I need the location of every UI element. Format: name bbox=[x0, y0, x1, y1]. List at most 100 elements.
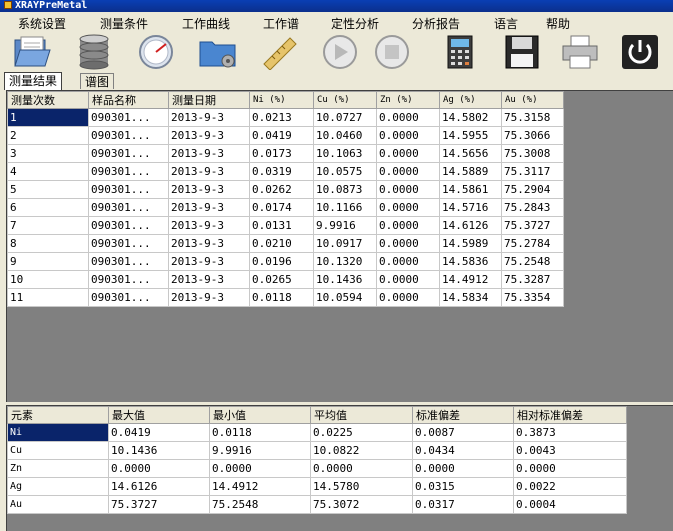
table-cell[interactable]: Au bbox=[7, 495, 109, 514]
table-row[interactable]: 1 090301... 2013-9-3 0.0213 10.0727 0.0000 14.… bbox=[7, 108, 564, 127]
table-cell[interactable]: 10 bbox=[7, 270, 89, 289]
table-cell[interactable]: 11 bbox=[7, 288, 89, 307]
table-cell[interactable]: 090301... bbox=[88, 180, 169, 199]
table-row[interactable]: 10 090301... 2013-9-3 0.0265 10.1436 0.0000 14… bbox=[7, 270, 564, 289]
table-cell[interactable]: 75.3008 bbox=[501, 144, 564, 163]
table-cell[interactable]: 0.0000 bbox=[376, 252, 440, 271]
table-cell[interactable]: Zn bbox=[7, 459, 109, 478]
table-row[interactable]: 2 090301... 2013-9-3 0.0419 10.0460 0.0000 14.… bbox=[7, 126, 564, 145]
print-button[interactable] bbox=[558, 32, 602, 72]
table-cell[interactable]: 7 bbox=[7, 216, 89, 235]
table-cell[interactable]: 3 bbox=[7, 144, 89, 163]
table-cell[interactable]: 0.0173 bbox=[249, 144, 314, 163]
table-cell[interactable]: 0.0131 bbox=[249, 216, 314, 235]
table-cell[interactable]: 14.5889 bbox=[439, 162, 502, 181]
menu-work-curve[interactable]: 工作曲线 bbox=[182, 15, 230, 32]
table-cell[interactable]: 090301... bbox=[88, 198, 169, 217]
table-cell[interactable]: 75.2784 bbox=[501, 234, 564, 253]
table-cell[interactable]: 75.2548 bbox=[501, 252, 564, 271]
table-cell[interactable]: 9 bbox=[7, 252, 89, 271]
table-cell[interactable]: 14.5716 bbox=[439, 198, 502, 217]
table-cell[interactable]: 0.0000 bbox=[376, 126, 440, 145]
col-min[interactable]: 最小值 bbox=[209, 406, 311, 424]
table-cell[interactable]: 0.0043 bbox=[513, 441, 627, 460]
menu-measure-conditions[interactable]: 测量条件 bbox=[100, 15, 148, 32]
table-cell[interactable]: 0.0118 bbox=[249, 288, 314, 307]
menu-language[interactable]: 语言 bbox=[494, 15, 518, 32]
database-button[interactable] bbox=[72, 32, 116, 72]
stats-row[interactable]: Au 75.3727 75.2548 75.3072 0.0317 0.0004 bbox=[7, 495, 627, 514]
table-cell[interactable]: 0.0000 bbox=[412, 459, 514, 478]
col-max[interactable]: 最大值 bbox=[108, 406, 210, 424]
menu-qualitative-analysis[interactable]: 定性分析 bbox=[331, 15, 379, 32]
stats-row[interactable]: Ni 0.0419 0.0118 0.0225 0.0087 0.3873 bbox=[7, 423, 627, 442]
table-cell[interactable]: 75.3158 bbox=[501, 108, 564, 127]
table-cell[interactable]: 10.1436 bbox=[108, 441, 210, 460]
table-cell[interactable]: 75.3727 bbox=[501, 216, 564, 235]
table-cell[interactable]: 0.0000 bbox=[209, 459, 311, 478]
tab-measure-results[interactable]: 测量结果 bbox=[4, 72, 63, 90]
table-cell[interactable]: 14.5989 bbox=[439, 234, 502, 253]
table-cell[interactable]: 14.5861 bbox=[439, 180, 502, 199]
table-cell[interactable]: 9.9916 bbox=[209, 441, 311, 460]
table-cell[interactable]: 1 bbox=[7, 108, 89, 127]
table-cell[interactable]: 10.0822 bbox=[310, 441, 413, 460]
table-cell[interactable]: 0.0000 bbox=[376, 144, 440, 163]
table-cell[interactable]: 75.3072 bbox=[310, 495, 413, 514]
table-cell[interactable]: 14.6126 bbox=[108, 477, 210, 496]
table-cell[interactable]: 2013-9-3 bbox=[168, 288, 250, 307]
table-cell[interactable]: 14.4912 bbox=[439, 270, 502, 289]
table-cell[interactable]: 8 bbox=[7, 234, 89, 253]
table-cell[interactable]: 0.0000 bbox=[376, 180, 440, 199]
table-cell[interactable]: 090301... bbox=[88, 144, 169, 163]
table-cell[interactable]: 2013-9-3 bbox=[168, 144, 250, 163]
table-cell[interactable]: 75.3117 bbox=[501, 162, 564, 181]
table-cell[interactable]: 10.0594 bbox=[313, 288, 377, 307]
table-cell[interactable]: 0.0000 bbox=[310, 459, 413, 478]
table-cell[interactable]: 2013-9-3 bbox=[168, 198, 250, 217]
table-row[interactable]: 11 090301... 2013-9-3 0.0118 10.0594 0.0000 14… bbox=[7, 288, 564, 307]
menu-help[interactable]: 帮助 bbox=[546, 15, 570, 32]
col-zn[interactable]: Zn (%) bbox=[376, 91, 440, 109]
gauge-button[interactable] bbox=[134, 32, 178, 72]
table-cell[interactable]: 14.6126 bbox=[439, 216, 502, 235]
table-cell[interactable]: 0.0000 bbox=[376, 288, 440, 307]
ruler-button[interactable] bbox=[258, 32, 302, 72]
table-cell[interactable]: 2013-9-3 bbox=[168, 270, 250, 289]
table-cell[interactable]: 14.4912 bbox=[209, 477, 311, 496]
table-cell[interactable]: 0.0000 bbox=[376, 270, 440, 289]
table-cell[interactable]: 0.0004 bbox=[513, 495, 627, 514]
table-cell[interactable]: 0.0087 bbox=[412, 423, 514, 442]
table-cell[interactable]: 090301... bbox=[88, 126, 169, 145]
save-button[interactable] bbox=[500, 32, 544, 72]
table-cell[interactable]: 75.3727 bbox=[108, 495, 210, 514]
table-cell[interactable]: 2013-9-3 bbox=[168, 180, 250, 199]
table-row[interactable]: 8 090301... 2013-9-3 0.0210 10.0917 0.0000 14.… bbox=[7, 234, 564, 253]
table-cell[interactable]: 10.1320 bbox=[313, 252, 377, 271]
table-cell[interactable]: 5 bbox=[7, 180, 89, 199]
table-cell[interactable]: 0.0174 bbox=[249, 198, 314, 217]
table-cell[interactable]: 0.0000 bbox=[376, 108, 440, 127]
table-row[interactable]: 4 090301... 2013-9-3 0.0319 10.0575 0.0000 14.… bbox=[7, 162, 564, 181]
table-cell[interactable]: 10.1063 bbox=[313, 144, 377, 163]
table-cell[interactable]: 2013-9-3 bbox=[168, 162, 250, 181]
table-cell[interactable]: 10.0917 bbox=[313, 234, 377, 253]
table-cell[interactable]: 0.0434 bbox=[412, 441, 514, 460]
col-mean[interactable]: 平均值 bbox=[310, 406, 413, 424]
table-cell[interactable]: 0.0000 bbox=[376, 216, 440, 235]
table-cell[interactable]: 14.5780 bbox=[310, 477, 413, 496]
table-cell[interactable]: 0.0118 bbox=[209, 423, 311, 442]
table-cell[interactable]: 090301... bbox=[88, 288, 169, 307]
table-cell[interactable]: 090301... bbox=[88, 162, 169, 181]
table-cell[interactable]: 14.5656 bbox=[439, 144, 502, 163]
table-cell[interactable]: 10.1436 bbox=[313, 270, 377, 289]
stats-row[interactable]: Cu 10.1436 9.9916 10.0822 0.0434 0.0043 bbox=[7, 441, 627, 460]
table-cell[interactable]: 75.2904 bbox=[501, 180, 564, 199]
col-ni[interactable]: Ni (%) bbox=[249, 91, 314, 109]
table-cell[interactable]: 090301... bbox=[88, 108, 169, 127]
table-cell[interactable]: 2013-9-3 bbox=[168, 108, 250, 127]
stats-row[interactable]: Zn 0.0000 0.0000 0.0000 0.0000 0.0000 bbox=[7, 459, 627, 478]
table-cell[interactable]: 0.0000 bbox=[376, 198, 440, 217]
open-button[interactable] bbox=[10, 32, 54, 72]
table-row[interactable]: 9 090301... 2013-9-3 0.0196 10.1320 0.0000 14.… bbox=[7, 252, 564, 271]
